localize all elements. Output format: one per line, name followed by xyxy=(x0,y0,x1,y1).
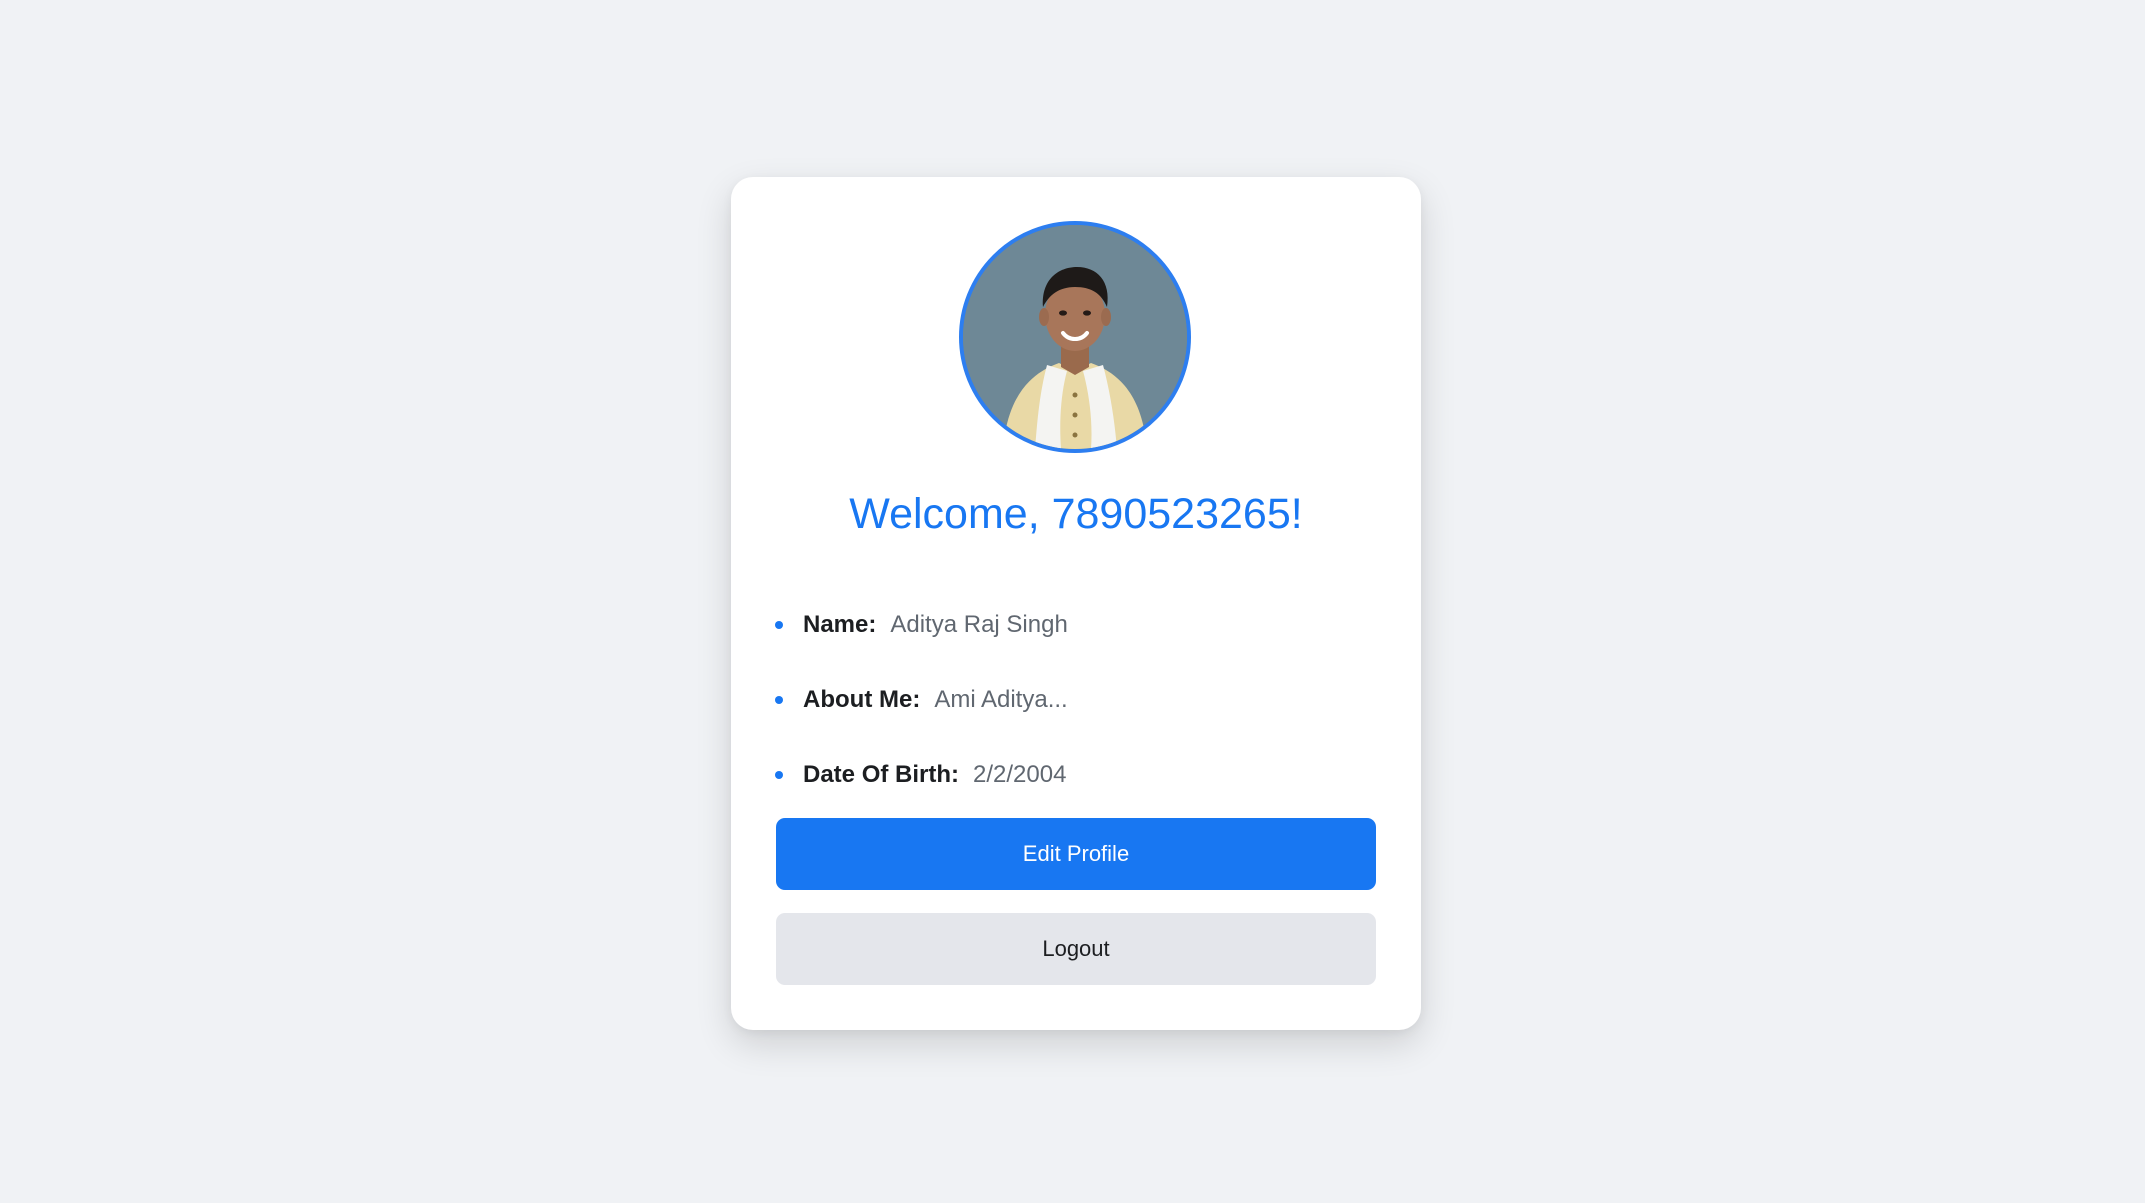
bullet-icon xyxy=(775,620,783,629)
detail-value: Ami Aditya... xyxy=(934,685,1068,713)
profile-details-list: Name: Aditya Raj Singh About Me: Ami Adi… xyxy=(775,587,1375,812)
detail-value: Aditya Raj Singh xyxy=(890,610,1068,638)
detail-label: Date Of Birth: xyxy=(803,760,959,788)
profile-avatar xyxy=(959,221,1191,453)
detail-name: Name: Aditya Raj Singh xyxy=(775,587,1375,662)
detail-label: Name: xyxy=(803,610,877,638)
detail-value: 2/2/2004 xyxy=(973,760,1067,788)
detail-about-me: About Me: Ami Aditya... xyxy=(775,662,1375,737)
edit-profile-button[interactable]: Edit Profile xyxy=(776,818,1376,890)
bullet-icon xyxy=(775,695,783,704)
bullet-icon xyxy=(775,770,783,779)
detail-label: About Me: xyxy=(803,685,921,713)
welcome-heading: Welcome, 7890523265! xyxy=(849,490,1303,538)
avatar-photo-icon xyxy=(963,225,1187,449)
detail-date-of-birth: Date Of Birth: 2/2/2004 xyxy=(775,737,1375,812)
profile-card: Welcome, 7890523265! Name: Aditya Raj Si… xyxy=(731,177,1421,1030)
logout-button[interactable]: Logout xyxy=(776,913,1376,985)
